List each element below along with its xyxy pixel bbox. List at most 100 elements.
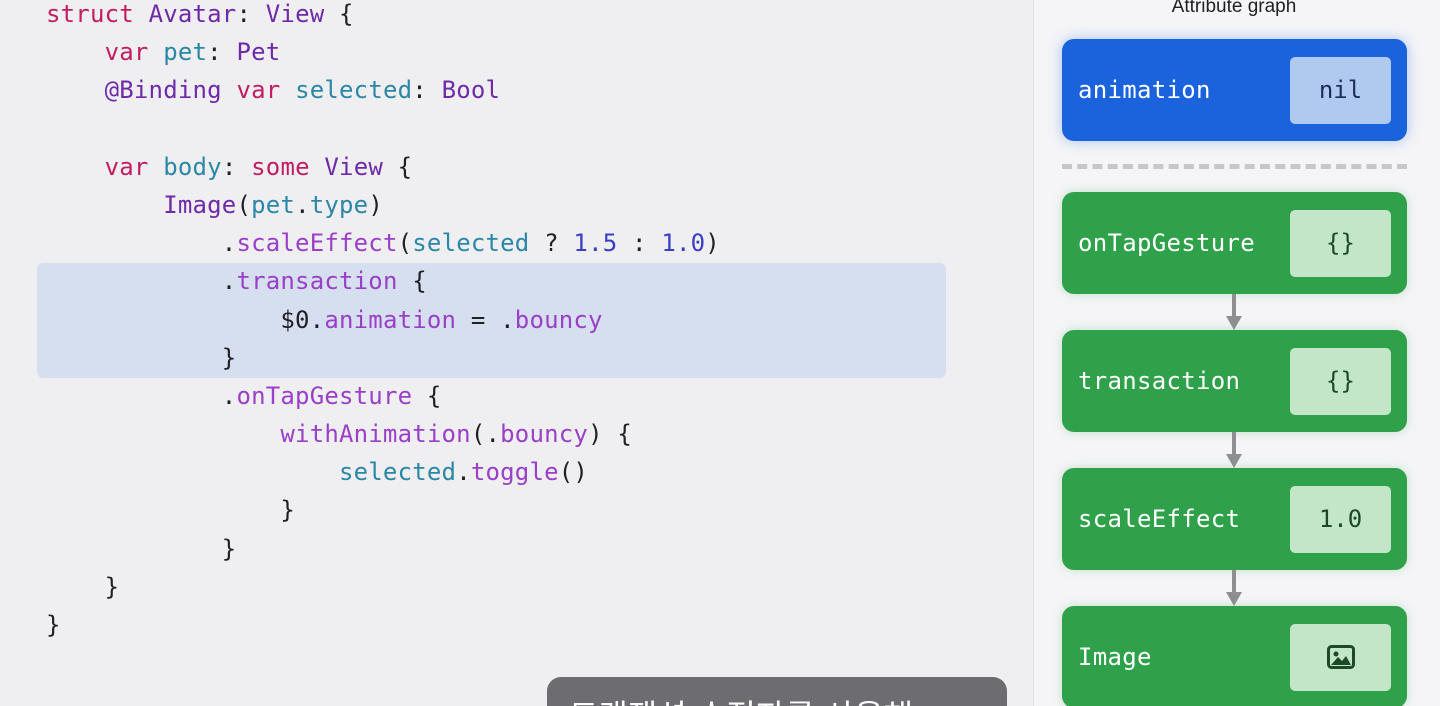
graph-node-ontapgesture: onTapGesture {} bbox=[1062, 192, 1407, 294]
code-line: } bbox=[46, 568, 720, 606]
code-token: : bbox=[236, 0, 266, 28]
code-token: Image bbox=[163, 190, 237, 219]
arrow-down-icon bbox=[1226, 294, 1242, 330]
code-token: Pet bbox=[236, 38, 281, 67]
arrow-down-icon bbox=[1226, 570, 1242, 606]
code-token: selected bbox=[412, 229, 530, 258]
code-token: ) bbox=[368, 190, 383, 219]
code-token: Avatar bbox=[148, 0, 237, 28]
graph-divider bbox=[1062, 164, 1407, 169]
node-value bbox=[1290, 623, 1391, 691]
graph-node-animation: animation nil bbox=[1062, 39, 1407, 141]
code-token: : bbox=[221, 152, 252, 181]
code-token: : bbox=[412, 76, 442, 105]
node-value: {} bbox=[1290, 209, 1391, 277]
code-token: ) bbox=[705, 229, 720, 258]
code-token: } bbox=[46, 572, 120, 601]
code-token: var bbox=[236, 76, 281, 105]
code-token: 1.5 bbox=[573, 229, 618, 258]
code-token: transaction bbox=[236, 267, 398, 296]
code-token: . bbox=[46, 267, 237, 296]
code-line: } bbox=[46, 606, 720, 644]
code-token: ) { bbox=[588, 420, 633, 449]
subtitle-caption: 트랜잭션 수정자를 사용해 bbox=[547, 677, 1007, 706]
code-token: . bbox=[456, 458, 471, 487]
node-label: scaleEffect bbox=[1078, 505, 1241, 533]
code-token: ( bbox=[397, 229, 413, 258]
code-token: toggle bbox=[470, 458, 559, 487]
code-line: selected.toggle() bbox=[46, 453, 720, 491]
code-token: ? bbox=[529, 229, 574, 258]
code-token: selected bbox=[338, 458, 457, 487]
node-value: {} bbox=[1290, 347, 1391, 415]
code-token: 1.0 bbox=[661, 229, 706, 258]
code-line: .transaction { bbox=[46, 262, 720, 300]
code-line: } bbox=[46, 339, 720, 377]
code-token: { bbox=[397, 267, 427, 296]
code-token: onTapGesture bbox=[236, 381, 413, 410]
code-token: scaleEffect bbox=[236, 229, 398, 258]
code-line: $0.animation = .bouncy bbox=[46, 301, 720, 339]
node-label: transaction bbox=[1078, 367, 1241, 395]
code-line: .onTapGesture { bbox=[46, 377, 720, 415]
node-label: Image bbox=[1078, 643, 1152, 671]
code-token: ( bbox=[236, 190, 252, 219]
code-line: struct Avatar: View { bbox=[46, 0, 720, 33]
code-token: . bbox=[46, 229, 237, 258]
code-line: var pet: Pet bbox=[46, 33, 720, 71]
code-line: } bbox=[46, 491, 720, 529]
code-editor: struct Avatar: View { var pet: Pet @Bind… bbox=[0, 0, 1010, 706]
code-token: : bbox=[207, 38, 237, 67]
code-token: } bbox=[46, 534, 237, 563]
graph-node-image: Image bbox=[1062, 606, 1407, 706]
code-line: } bbox=[46, 530, 720, 568]
node-label: animation bbox=[1078, 76, 1211, 104]
arrow-down-icon bbox=[1226, 432, 1242, 468]
node-value: 1.0 bbox=[1290, 485, 1391, 553]
code-token: = . bbox=[456, 305, 515, 334]
code-token: pet bbox=[163, 38, 208, 67]
code-line: @Binding var selected: Bool bbox=[46, 71, 720, 109]
node-label: onTapGesture bbox=[1078, 229, 1255, 257]
code-token: struct bbox=[46, 0, 134, 28]
code-token: bouncy bbox=[500, 420, 589, 449]
code-token: { bbox=[324, 0, 354, 28]
code-token: (. bbox=[470, 420, 501, 449]
code-token: { bbox=[383, 152, 413, 181]
code-token: : bbox=[617, 229, 662, 258]
code-token: pet bbox=[251, 190, 296, 219]
code-token: selected bbox=[295, 76, 413, 105]
code-token: } bbox=[46, 496, 296, 525]
graph-node-scaleeffect: scaleEffect 1.0 bbox=[1062, 468, 1407, 570]
code-line: withAnimation(.bouncy) { bbox=[46, 415, 720, 453]
code-token: bouncy bbox=[514, 305, 603, 334]
code-token: var bbox=[104, 38, 149, 67]
code-token: body bbox=[163, 152, 222, 181]
code-token: View bbox=[265, 0, 325, 28]
graph-node-transaction: transaction {} bbox=[1062, 330, 1407, 432]
code-token: type bbox=[309, 190, 369, 219]
code-token: . bbox=[295, 190, 310, 219]
graph-title: Attribute graph bbox=[1171, 0, 1297, 17]
code-token: } bbox=[46, 611, 61, 639]
code-token: } bbox=[46, 343, 237, 372]
code-token: { bbox=[412, 381, 442, 410]
photo-icon bbox=[1326, 645, 1355, 669]
node-value: nil bbox=[1290, 56, 1391, 124]
code-token: animation bbox=[324, 305, 457, 334]
code-block: struct Avatar: View { var pet: Pet @Bind… bbox=[46, 0, 720, 644]
code-token: var bbox=[104, 152, 149, 181]
code-token: $0. bbox=[46, 305, 325, 334]
